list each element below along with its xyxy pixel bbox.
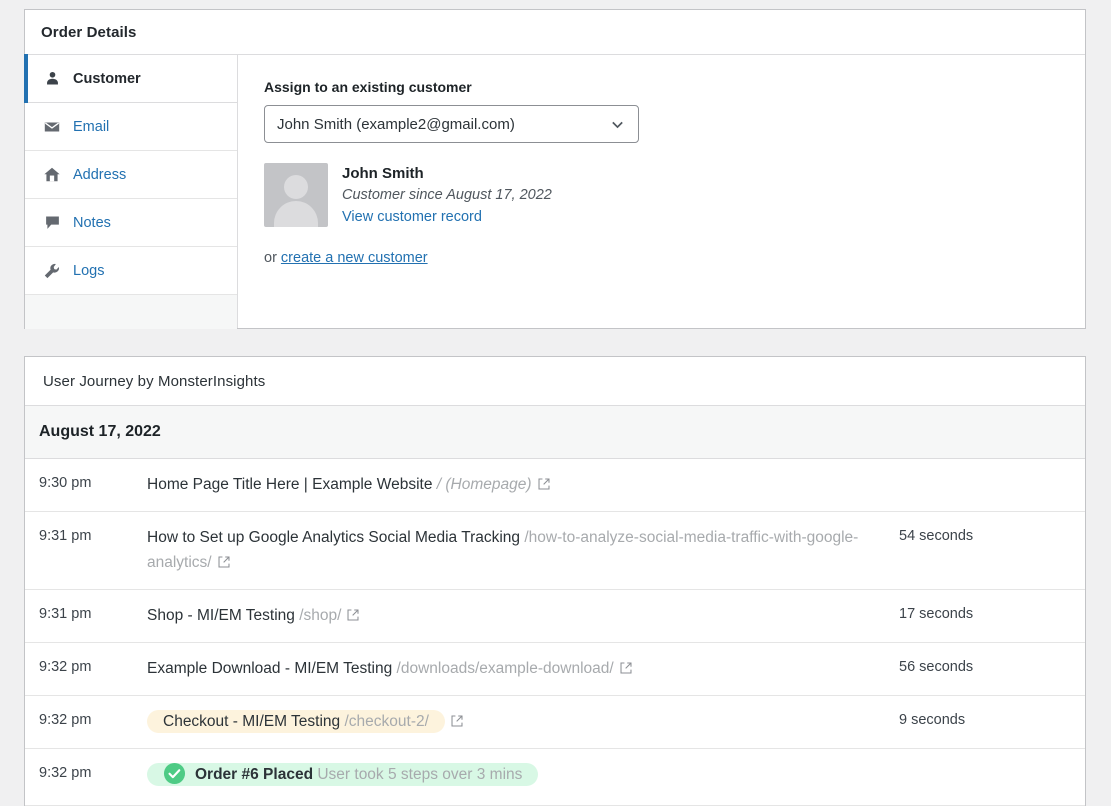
order-placed-label: Order #6 Placed (195, 766, 313, 783)
external-link-icon[interactable] (346, 605, 360, 630)
sidebar-item-address[interactable]: Address (25, 151, 237, 199)
external-link-icon[interactable] (217, 552, 231, 577)
journey-row-time: 9:31 pm (25, 525, 147, 548)
order-details-nav: Customer Email Address (25, 55, 238, 328)
journey-row-duration: 9 seconds (899, 709, 1085, 732)
journey-row-title: Checkout - MI/EM Testing (163, 713, 340, 730)
customer-select-value: John Smith (example2@gmail.com) (277, 116, 515, 133)
order-details-body: Customer Email Address (25, 54, 1085, 328)
check-circle-icon (163, 762, 186, 793)
order-placed-sub: User took 5 steps over 3 mins (313, 766, 522, 783)
sidebar-item-notes[interactable]: Notes (25, 199, 237, 247)
external-link-icon[interactable] (537, 474, 551, 499)
envelope-icon (42, 117, 62, 137)
sidebar-item-label: Notes (73, 215, 111, 231)
journey-row-time: 9:32 pm (25, 709, 147, 732)
sidebar-item-customer[interactable]: Customer (25, 55, 237, 103)
order-details-panel: Order Details Customer (24, 9, 1086, 329)
table-row: 9:32 pm Checkout - MI/EM Testing /checko… (25, 696, 1085, 749)
journey-row-page: Home Page Title Here | Example Website /… (147, 472, 899, 499)
external-link-icon[interactable] (619, 658, 633, 683)
home-icon (42, 165, 62, 185)
table-row: 9:31 pm Shop - MI/EM Testing /shop/ 17 s… (25, 590, 1085, 643)
or-label: or (264, 250, 281, 266)
user-journey-panel: User Journey by MonsterInsights August 1… (24, 356, 1086, 806)
customer-info: John Smith Customer since August 17, 202… (342, 163, 552, 228)
comment-icon (42, 213, 62, 233)
journey-row-page: How to Set up Google Analytics Social Me… (147, 525, 899, 577)
journey-row-time: 9:32 pm (25, 656, 147, 679)
journey-row-duration: 17 seconds (899, 603, 1085, 626)
journey-row-title: Example Download - MI/EM Testing (147, 660, 392, 677)
journey-row-time: 9:31 pm (25, 603, 147, 626)
customer-panel-content: Assign to an existing customer John Smit… (238, 55, 1085, 328)
sidebar-filler (25, 295, 237, 329)
sidebar-item-label: Address (73, 167, 126, 183)
user-icon (42, 69, 62, 89)
table-row-order-placed: 9:32 pm Order #6 Placed User took 5 step… (25, 749, 1085, 806)
sidebar-item-label: Logs (73, 263, 104, 279)
view-customer-record-link[interactable]: View customer record (342, 209, 482, 225)
journey-row-title: Home Page Title Here | Example Website (147, 476, 432, 493)
customer-since: Customer since August 17, 2022 (342, 185, 552, 207)
journey-row-duration: 56 seconds (899, 656, 1085, 679)
journey-row-duration: 54 seconds (899, 525, 1085, 548)
customer-card: John Smith Customer since August 17, 202… (264, 163, 1085, 228)
table-row: 9:30 pm Home Page Title Here | Example W… (25, 459, 1085, 512)
sidebar-item-label: Email (73, 119, 109, 135)
journey-row-url: /checkout-2/ (340, 713, 429, 730)
avatar (264, 163, 328, 227)
order-placed-badge: Order #6 Placed User took 5 steps over 3… (147, 763, 538, 786)
journey-date-header: August 17, 2022 (25, 405, 1085, 459)
journey-row-page: Shop - MI/EM Testing /shop/ (147, 603, 899, 630)
table-row: 9:31 pm How to Set up Google Analytics S… (25, 512, 1085, 590)
journey-row-highlight: Checkout - MI/EM Testing /checkout-2/ (147, 710, 445, 733)
wrench-icon (42, 261, 62, 281)
customer-select[interactable]: John Smith (example2@gmail.com) (264, 105, 639, 143)
journey-row-time: 9:30 pm (25, 472, 147, 495)
journey-row-title: How to Set up Google Analytics Social Me… (147, 529, 520, 546)
journey-row-time: 9:32 pm (25, 762, 147, 785)
sidebar-item-email[interactable]: Email (25, 103, 237, 151)
customer-name: John Smith (342, 163, 552, 185)
create-customer-row: or create a new customer (264, 250, 1085, 266)
journey-row-url: / (Homepage) (432, 476, 531, 493)
external-link-icon[interactable] (450, 711, 464, 736)
table-row: 9:32 pm Example Download - MI/EM Testing… (25, 643, 1085, 696)
create-new-customer-link[interactable]: create a new customer (281, 250, 428, 266)
journey-row-title: Shop - MI/EM Testing (147, 607, 295, 624)
user-journey-title: User Journey by MonsterInsights (25, 357, 1085, 405)
chevron-down-icon (609, 116, 626, 133)
sidebar-item-label: Customer (73, 71, 141, 87)
journey-row-page: Example Download - MI/EM Testing /downlo… (147, 656, 899, 683)
page-title: Order Details (25, 10, 1085, 54)
journey-row-url: /shop/ (295, 607, 342, 624)
journey-row-page: Checkout - MI/EM Testing /checkout-2/ (147, 709, 899, 736)
journey-row-page: Order #6 Placed User took 5 steps over 3… (147, 762, 899, 793)
journey-row-url: /downloads/example-download/ (392, 660, 613, 677)
avatar-head (284, 175, 308, 199)
sidebar-item-logs[interactable]: Logs (25, 247, 237, 295)
assign-customer-label: Assign to an existing customer (264, 79, 1085, 95)
avatar-body (274, 201, 318, 227)
